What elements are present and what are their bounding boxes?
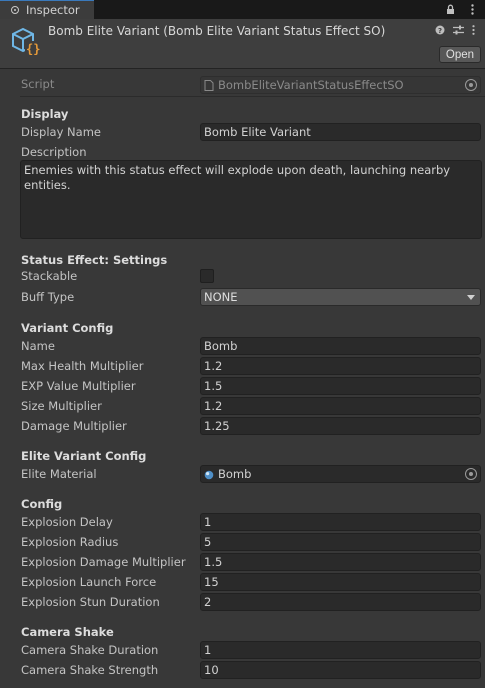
- variant-name-label: Name: [21, 339, 55, 353]
- script-label: Script: [21, 77, 55, 91]
- section-config: Config: [21, 497, 63, 511]
- elite-material-value: Bomb: [218, 467, 252, 481]
- explosion-stun-duration-field[interactable]: 2: [200, 593, 481, 611]
- display-name-label: Display Name: [21, 125, 101, 139]
- elite-material-label: Elite Material: [21, 467, 97, 481]
- section-variant-config: Variant Config: [21, 321, 114, 335]
- size-multiplier-label: Size Multiplier: [21, 399, 102, 413]
- svg-text:{}: {}: [26, 42, 40, 56]
- object-picker-icon[interactable]: [465, 79, 477, 91]
- help-icon[interactable]: ?: [435, 25, 445, 38]
- section-camera-shake: Camera Shake: [21, 625, 114, 639]
- camera-shake-strength-field[interactable]: 10: [200, 661, 481, 679]
- presets-icon[interactable]: [453, 25, 464, 38]
- buff-type-dropdown[interactable]: NONE: [200, 288, 481, 306]
- tab-inspector[interactable]: Inspector: [0, 0, 94, 19]
- script-file-icon: [204, 79, 214, 91]
- explosion-delay-label: Explosion Delay: [21, 515, 113, 529]
- camera-shake-duration-field[interactable]: 1: [200, 641, 481, 659]
- variant-name-field[interactable]: Bomb: [200, 337, 481, 355]
- description-textarea[interactable]: Enemies with this status effect will exp…: [20, 160, 482, 239]
- tab-label: Inspector: [26, 3, 80, 17]
- divider: [20, 96, 485, 97]
- max-health-multiplier-field[interactable]: 1.2: [200, 357, 481, 375]
- lock-icon[interactable]: [445, 2, 455, 16]
- script-field[interactable]: BombEliteVariantStatusEffectSO: [200, 76, 481, 94]
- stackable-checkbox[interactable]: [200, 269, 214, 283]
- object-picker-icon[interactable]: [465, 468, 477, 480]
- kebab-icon[interactable]: [467, 2, 477, 16]
- header-icons: ?: [435, 25, 475, 38]
- material-icon: [204, 469, 214, 480]
- open-button[interactable]: Open: [439, 46, 481, 63]
- svg-text:?: ?: [438, 27, 442, 35]
- elite-material-field[interactable]: Bomb: [200, 465, 481, 483]
- explosion-damage-multiplier-label: Explosion Damage Multiplier: [21, 555, 186, 569]
- explosion-damage-multiplier-field[interactable]: 1.5: [200, 553, 481, 571]
- section-display: Display: [21, 107, 69, 121]
- buff-type-label: Buff Type: [21, 290, 75, 304]
- damage-multiplier-label: Damage Multiplier: [21, 419, 127, 433]
- explosion-radius-field[interactable]: 5: [200, 533, 481, 551]
- explosion-launch-force-label: Explosion Launch Force: [21, 575, 157, 589]
- tab-bar: Inspector: [0, 0, 485, 19]
- inspector-header: {} Bomb Elite Variant (Bomb Elite Varian…: [0, 19, 485, 69]
- size-multiplier-field[interactable]: 1.2: [200, 397, 481, 415]
- tab-controls: [445, 2, 477, 16]
- chevron-down-icon: [467, 295, 475, 300]
- display-name-field[interactable]: Bomb Elite Variant: [200, 123, 481, 141]
- section-elite-variant-config: Elite Variant Config: [21, 449, 147, 463]
- camera-shake-strength-label: Camera Shake Strength: [21, 663, 159, 677]
- buff-type-value: NONE: [204, 290, 238, 304]
- explosion-delay-field[interactable]: 1: [200, 513, 481, 531]
- exp-value-multiplier-label: EXP Value Multiplier: [21, 379, 136, 393]
- camera-shake-duration-label: Camera Shake Duration: [21, 643, 159, 657]
- script-value: BombEliteVariantStatusEffectSO: [218, 78, 404, 92]
- damage-multiplier-field[interactable]: 1.25: [200, 417, 481, 435]
- explosion-stun-duration-label: Explosion Stun Duration: [21, 595, 160, 609]
- explosion-launch-force-field[interactable]: 15: [200, 573, 481, 591]
- explosion-radius-label: Explosion Radius: [21, 535, 119, 549]
- scriptable-object-icon: {}: [10, 25, 42, 57]
- stackable-label: Stackable: [21, 269, 78, 283]
- kebab-icon[interactable]: [472, 25, 475, 38]
- object-title: Bomb Elite Variant (Bomb Elite Variant S…: [48, 24, 386, 38]
- section-status-settings: Status Effect: Settings: [21, 253, 168, 267]
- max-health-multiplier-label: Max Health Multiplier: [21, 359, 144, 373]
- exp-value-multiplier-field[interactable]: 1.5: [200, 377, 481, 395]
- info-icon: [10, 5, 20, 15]
- description-label: Description: [21, 145, 87, 159]
